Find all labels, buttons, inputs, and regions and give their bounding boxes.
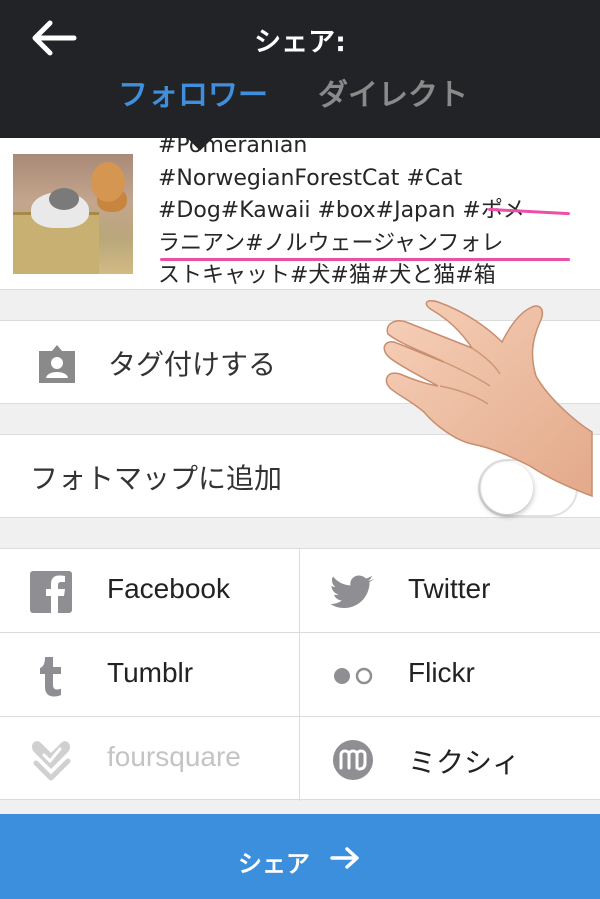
share-mixi-label: ミクシィ: [408, 747, 521, 778]
share-button-label: シェア: [238, 850, 310, 878]
photo-map-label: フォトマップに追加: [30, 462, 283, 495]
mixi-icon: [333, 740, 373, 780]
page-title: シェア:: [254, 27, 346, 58]
tumblr-icon: [40, 657, 61, 697]
share-mixi[interactable]: ミクシィ: [300, 717, 600, 801]
caption-line: ストキャット#犬#猫#犬と猫#箱: [158, 263, 496, 288]
flickr-icon: [334, 667, 373, 685]
photo-thumbnail[interactable]: [13, 154, 133, 274]
arrow-right-icon: [330, 847, 359, 869]
caption-input[interactable]: #Pomeranian #NorwegianForestCat #Cat #Do…: [158, 138, 590, 289]
share-flickr-label: Flickr: [408, 657, 475, 688]
tag-people-label: タグ付けする: [108, 348, 277, 381]
share-tumblr-label: Tumblr: [107, 657, 194, 688]
caption-card: #Pomeranian #NorwegianForestCat #Cat #Do…: [0, 138, 600, 290]
twitter-icon: [330, 575, 374, 608]
caption-line: #Pomeranian: [158, 138, 308, 158]
caption-line: ラニアン#ノルウェージャンフォレ: [158, 230, 504, 256]
share-twitter[interactable]: Twitter: [300, 549, 600, 633]
share-button[interactable]: シェア: [0, 814, 600, 899]
share-facebook-label: Facebook: [107, 573, 230, 604]
share-facebook[interactable]: Facebook: [0, 549, 300, 633]
share-flickr[interactable]: Flickr: [300, 633, 600, 717]
caption-line: #NorwegianForestCat #Cat: [158, 165, 463, 191]
header-bar: シェア: フォロワー ダイレクト: [0, 0, 600, 138]
share-targets-grid: Facebook Twitter Tumblr Flickr foursquar…: [0, 548, 600, 801]
person-tag-icon: [39, 345, 75, 383]
tab-followers[interactable]: フォロワー: [118, 70, 268, 114]
foursquare-icon: [32, 741, 71, 781]
hand-illustration: [383, 300, 593, 498]
share-twitter-label: Twitter: [408, 573, 491, 604]
highlight-underline: [160, 258, 570, 261]
share-foursquare-label: foursquare: [107, 741, 241, 772]
share-tumblr[interactable]: Tumblr: [0, 633, 300, 717]
share-foursquare[interactable]: foursquare: [0, 717, 300, 801]
facebook-icon: [30, 571, 72, 613]
tab-direct[interactable]: ダイレクト: [318, 70, 468, 114]
